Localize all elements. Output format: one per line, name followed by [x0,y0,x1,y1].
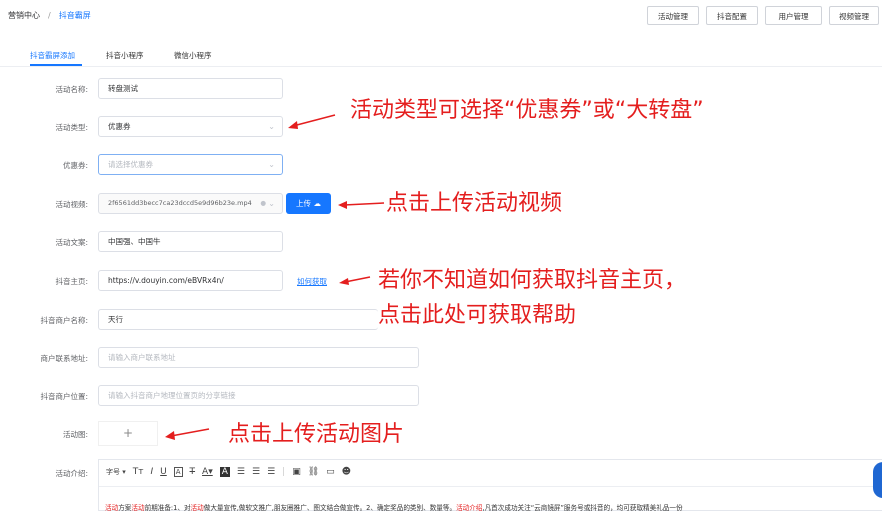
merchant-address-label: 商户联系地址: [40,354,88,363]
activity-type-label: 活动类型: [55,123,88,132]
chevron-down-icon: ⌄ [268,160,275,169]
coupon-select[interactable]: 请选择优惠券 ⌄ [98,154,283,175]
emoji-icon[interactable]: ☻ [342,467,351,477]
arrow-annotation-icon [339,276,371,285]
underline-icon[interactable]: U [160,467,167,477]
align-center-icon[interactable]: ☰ [252,467,260,477]
activity-image-label: 活动图: [62,430,88,439]
arrow-annotation-icon [165,428,210,440]
breadcrumb-separator: / [48,11,51,20]
text-box-icon[interactable]: A [173,467,183,477]
user-management-button[interactable]: 用户管理 [765,6,822,25]
activity-management-button[interactable]: 活动管理 [647,6,699,25]
activity-copy-label: 活动文案: [55,238,88,247]
coupon-placeholder: 请选择优惠券 [108,160,153,169]
activity-name-label: 活动名称: [55,85,88,94]
chevron-down-icon: ⌄ [268,199,275,208]
annotation-activity-type: 活动类型可选择“优惠券”或“大转盘” [350,98,704,123]
breadcrumb-home[interactable]: 营销中心 [8,11,40,20]
activity-video-label: 活动视频: [55,200,88,209]
font-color-icon[interactable]: A▾ [202,467,213,477]
link-icon[interactable]: ⛓ [308,467,319,477]
toolbar-separator: | [282,467,286,477]
annotation-homepage-help-2: 点击此处可获取帮助 [378,303,577,328]
clear-icon[interactable]: ● [260,194,266,213]
background-color-icon[interactable]: A [219,467,230,477]
align-left-icon[interactable]: ☰ [237,467,245,477]
upload-label: 上传 [296,199,312,208]
cloud-upload-icon: ☁ [313,199,321,208]
tab-douyin-miniprogram[interactable]: 抖音小程序 [106,50,144,61]
activity-video-select[interactable]: 2f6561dd3becc7ca23dccd5e9d96b23e.mp4 ● ⌄ [98,193,283,214]
annotation-upload-image: 点击上传活动图片 [228,422,405,447]
tab-wechat-miniprogram[interactable]: 微信小程序 [174,50,212,61]
text-style-icon[interactable]: Tт [133,467,144,477]
video-management-button[interactable]: 视频管理 [829,6,879,25]
arrow-annotation-icon [288,114,336,129]
activity-name-input[interactable]: 转盘测试 [98,78,283,99]
strikethrough-icon[interactable]: T [190,467,196,477]
rich-text-editor[interactable]: 字号 ▾ Tт I U A T A▾ A ☰ ☰ ☰ | ▣ ⛓ ▭ ☻ 活动方… [98,459,882,512]
arrow-annotation-icon [338,201,385,209]
upload-video-button[interactable]: 上传 ☁ [286,193,331,214]
tabs-divider [0,66,882,67]
merchant-address-input[interactable]: 请输入商户联系地址 [98,347,419,368]
douyin-homepage-input[interactable]: https://v.douyin.com/eBVRx4n/ [98,270,283,291]
insert-image-icon[interactable]: ▭ [326,467,335,477]
font-size-menu[interactable]: 字号 ▾ [106,467,126,477]
activity-intro-label: 活动介绍: [55,469,88,478]
floating-help-widget[interactable] [873,462,882,498]
editor-toolbar: 字号 ▾ Tт I U A T A▾ A ☰ ☰ ☰ | ▣ ⛓ ▭ ☻ [106,465,351,479]
annotation-upload-video: 点击上传活动视频 [386,191,563,216]
douyin-homepage-label: 抖音主页: [55,277,88,286]
editor-divider [99,486,882,487]
merchant-name-input[interactable]: 天行 [98,309,378,330]
italic-icon[interactable]: I [151,467,154,477]
image-upload-area[interactable]: + [98,421,158,446]
align-right-icon[interactable]: ☰ [267,467,275,477]
tab-douyin-screen-add[interactable]: 抖音霸屏添加 [30,50,75,61]
douyin-config-button[interactable]: 抖音配置 [706,6,758,25]
activity-type-select[interactable]: 优惠券 ⌄ [98,116,283,137]
merchant-name-label: 抖音商户名称: [40,316,88,325]
merchant-location-input[interactable]: 请输入抖音商户地理位置页的分享链接 [98,385,419,406]
breadcrumb-current: 抖音霸屏 [58,11,91,20]
coupon-label: 优惠券: [62,161,88,170]
how-to-get-link[interactable]: 如何获取 [297,276,327,287]
plus-icon: + [122,426,134,440]
merchant-location-label: 抖音商户位置: [40,392,88,401]
activity-type-value: 优惠券 [108,122,131,131]
video-filename: 2f6561dd3becc7ca23dccd5e9d96b23e.mp4 [108,199,252,207]
activity-copy-input[interactable]: 中国强、中国牛 [98,231,283,252]
insert-video-icon[interactable]: ▣ [292,467,301,477]
annotation-homepage-help-1: 若你不知道如何获取抖音主页， [378,268,687,293]
chevron-down-icon: ⌄ [268,122,275,131]
breadcrumb: 营销中心 / 抖音霸屏 [8,10,91,21]
